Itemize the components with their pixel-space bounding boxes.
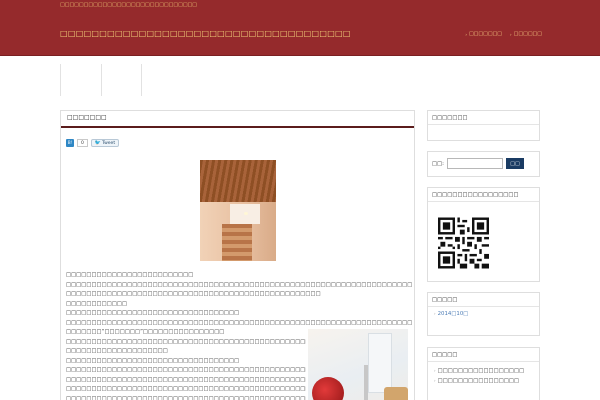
photo-berries xyxy=(312,377,344,400)
nav-link-1[interactable]: › □□□□□□□ xyxy=(465,31,502,37)
twitter-bird-icon: 🐦 xyxy=(94,139,102,146)
post-paragraph: □□□□□□□□□□□□□□□□□□□□ xyxy=(66,348,168,354)
profile-widget: □□□□□□□ xyxy=(427,110,540,141)
photo-ceiling xyxy=(200,160,276,202)
post-paragraph: □□□□□□□□□□□□□□□□□□□□□□□□□□□□□□□□□□ xyxy=(66,357,240,364)
hatena-bookmark-button[interactable]: B! xyxy=(66,139,74,147)
main-content: □□□□□□□ B! 0 🐦 Tweet □□□□□□□□□□□□□□□□□□□… xyxy=(60,110,415,400)
post-paragraph: □□□□□□□□□□□□□□□□□□□□□□□□□□□□□□□□□□ xyxy=(66,310,240,316)
search-form: □□: □□ xyxy=(428,152,539,175)
archive-link-label: 2014□10□ xyxy=(437,311,469,317)
post-paragraph: □□□□□□□□□□□□□□□□□□□□□□□□□□□□□□□□□□□□□□□□… xyxy=(66,367,306,373)
chevron-right-icon: › xyxy=(510,31,512,37)
search-label: □□: xyxy=(432,160,445,167)
site-tagline: □□□□□□□□□□□□□□□□□□□□□□□□□□□□□ xyxy=(60,2,197,8)
tweet-label: Tweet xyxy=(102,140,116,146)
post-paragraph: □□□□□□□□□□□□□□□□□□□□□□□□□□□□□□□□□□□□□□□□… xyxy=(66,291,321,297)
post-paragraph: □□□□□□□□□□□□□□□□□□□□□□□□□□□□□□□□□□□□□□□□… xyxy=(66,281,412,288)
photo-spoon xyxy=(364,365,368,400)
site-header: □□□□□□□□□□□□□□□□□□□□□□□□□□□□□ □□□□□□□□□□… xyxy=(0,0,600,56)
search-widget: □□: □□ xyxy=(427,151,540,177)
post-title: □□□□□□□ xyxy=(61,111,414,128)
subnav-item-2[interactable] xyxy=(101,64,142,96)
interior-photo xyxy=(200,160,276,261)
chevron-right-icon: › xyxy=(434,368,436,373)
breakfast-photo xyxy=(308,329,408,400)
qr-widget: □□□□□□□□□□□□□□□□□ xyxy=(427,187,540,282)
recent-post-link[interactable]: › □□□□□□□□□□□□□□□□□ xyxy=(428,366,539,376)
qr-widget-title: □□□□□□□□□□□□□□□□□ xyxy=(428,188,539,202)
recent-posts-list: › □□□□□□□□□□□□□□□□□ › □□□□□□□□□□□□□□□□ xyxy=(428,362,539,386)
photo-bottle xyxy=(384,387,408,400)
photo-stairs xyxy=(222,224,252,261)
site-title[interactable]: □□□□□□□□□□□□□□□□□□□□□□□□□□□□□□□□□□□□□ xyxy=(60,29,351,38)
search-button[interactable]: □□ xyxy=(506,158,525,169)
qr-code xyxy=(438,217,489,269)
nav-link-label: □□□□□□□ xyxy=(468,31,503,37)
recent-posts-widget: □□□□□ › □□□□□□□□□□□□□□□□□ › □□□□□□□□□□□□□□… xyxy=(427,347,540,400)
recent-post-label: □□□□□□□□□□□□□□□□ xyxy=(437,378,520,384)
archive-widget-title: □□□□□ xyxy=(428,293,539,307)
share-buttons: B! 0 🐦 Tweet xyxy=(66,139,120,147)
sub-navigation xyxy=(60,64,142,96)
archive-link-2014-10[interactable]: › 2014□10□ xyxy=(428,307,539,321)
recent-post-label: □□□□□□□□□□□□□□□□□ xyxy=(437,368,525,374)
post-paragraph: □□□□□□□□□□□□□□□□□□□□□□□□□□□□□□□□□□□□□□□□… xyxy=(66,386,306,392)
chevron-right-icon: › xyxy=(465,31,467,37)
post-paragraph: □□□□□□□□□□□□□□□□□□□□□□□□□□□□□□□□□□□□□□□□… xyxy=(66,376,306,383)
search-input[interactable] xyxy=(447,158,504,169)
chevron-right-icon: › xyxy=(434,311,436,316)
tweet-button[interactable]: 🐦 Tweet xyxy=(90,139,120,147)
post-paragraph: □□□□□□□□□□□□□□□□□□□□□□□□□ xyxy=(66,272,194,278)
post-paragraph: □□□□□□□□□□□□□□□□□□□□□□□□□□□□□□□□□□□□□□□□… xyxy=(66,319,412,326)
post-paragraph: □□□□□□□□□□□□□□□□□□□□□□□□□□□□□□□□□□□□□□□□… xyxy=(66,338,306,345)
chevron-right-icon: › xyxy=(434,378,436,383)
subnav-item-1[interactable] xyxy=(60,64,101,96)
nav-link-label: □□□□□□ xyxy=(513,31,542,37)
post-paragraph: □□□□□□□□□□□□ xyxy=(66,300,128,307)
photo-glass xyxy=(368,333,392,393)
archive-widget: □□□□□ › 2014□10□ xyxy=(427,292,540,336)
profile-widget-title: □□□□□□□ xyxy=(428,111,539,125)
hatena-bookmark-count: 0 xyxy=(77,139,88,147)
nav-link-2[interactable]: › □□□□□□ xyxy=(510,31,542,37)
top-nav: › □□□□□□□ › □□□□□□ xyxy=(465,31,542,37)
photo-light xyxy=(244,212,248,215)
recent-post-link[interactable]: › □□□□□□□□□□□□□□□□ xyxy=(428,376,539,386)
post-paragraph: □□□□□□□□□□□□□□□□□□□□□□□□□□□□□□□□□□□□□□□□… xyxy=(66,395,306,400)
recent-posts-title: □□□□□ xyxy=(428,348,539,362)
